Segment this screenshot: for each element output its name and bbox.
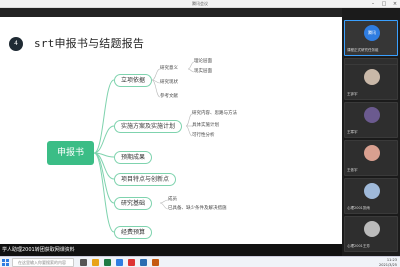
participant-name: 王寒宇 — [347, 130, 358, 134]
avatar — [364, 183, 380, 199]
leaf-text: 理论层面 — [194, 59, 212, 64]
participant-tile[interactable]: 王依宇 — [344, 140, 398, 176]
leaf-text: 成员 — [168, 197, 177, 202]
avatar: 腾讯 — [364, 25, 380, 41]
participant-tile[interactable]: 心理2001张雨 — [344, 178, 398, 214]
slide-title: srt申报书与结题报告 — [34, 37, 145, 50]
clock-date: 2021/3/25 — [379, 262, 397, 267]
avatar — [364, 145, 380, 161]
participant-name: 课程正式研究任务组 — [347, 48, 379, 52]
branch-node: 预期成果 — [114, 151, 153, 164]
branch-node: 实施方案及实施计划 — [114, 120, 183, 133]
avatar — [364, 69, 380, 85]
close-icon[interactable]: × — [390, 0, 400, 8]
participant-name: 王依宇 — [347, 168, 358, 172]
task-view-icon[interactable] — [80, 259, 87, 266]
powerpoint-icon[interactable] — [152, 259, 159, 266]
branch-node: 项目特点与创新点 — [114, 173, 177, 186]
presentation-slide: 4 srt申报书与结题报告 申报书 立项依据 研究意义 理论层面 现实层面 研究… — [0, 17, 342, 248]
system-tray-clock[interactable]: 11:23 2021/3/25 — [379, 258, 397, 267]
shared-screen-area: 4 srt申报书与结题报告 申报书 立项依据 研究意义 理论层面 现实层面 研究… — [0, 8, 342, 256]
participant-panel: 腾讯 课程正式研究任务组 正在讲话 · 课程2001系统提醒 王钟宇 王寒宇 王… — [342, 8, 400, 256]
leaf-text: 研究意义 — [160, 66, 178, 71]
app-icon[interactable] — [128, 259, 135, 266]
word-icon[interactable] — [140, 259, 147, 266]
window-title: 腾讯会议 — [192, 1, 208, 6]
leaf-text: 现实层面 — [194, 69, 212, 74]
branch-node: 立项依据 — [114, 74, 153, 87]
avatar — [364, 221, 380, 237]
participant-name: 心理2001张雨 — [347, 206, 370, 210]
minimize-icon[interactable]: – — [368, 0, 378, 8]
file-explorer-icon[interactable] — [92, 259, 99, 266]
leaf-text: 研究内容、思路与方法 — [192, 111, 237, 116]
leaf-text: 参考文献 — [160, 94, 178, 99]
branch-node: 经费预算 — [114, 226, 153, 239]
avatar — [364, 107, 380, 123]
participant-name: 心理2001王芳 — [347, 244, 370, 248]
shared-screen-caption: 学人助理2001转团获取网课资料 — [0, 244, 342, 256]
windows-start-icon[interactable] — [2, 259, 9, 266]
leaf-text: 具体实施计划 — [192, 123, 219, 128]
branch-node: 研究基础 — [114, 197, 153, 210]
meeting-app-icon[interactable] — [116, 259, 123, 266]
window-titlebar: 腾讯会议 – □ × — [0, 0, 400, 8]
taskbar-search-input[interactable]: 在这里输入你要搜索的内容 — [12, 258, 74, 267]
participant-name: 王钟宇 — [347, 92, 358, 96]
mindmap-root-node: 申报书 — [47, 141, 94, 165]
leaf-text: 可行性分析 — [192, 133, 215, 138]
windows-taskbar: 在这里输入你要搜索的内容 11:23 2021/3/25 — [0, 256, 400, 267]
leaf-text: 已具备、缺少条件及解决措施 — [168, 206, 227, 211]
slide-number-badge: 4 — [9, 37, 23, 51]
participant-tile[interactable]: 心理2001王芳 — [344, 216, 398, 252]
participant-tile[interactable]: 腾讯 课程正式研究任务组 — [344, 20, 398, 56]
maximize-icon[interactable]: □ — [379, 0, 389, 8]
app-icon[interactable] — [104, 259, 111, 266]
participant-tile[interactable]: 王钟宇 — [344, 64, 398, 100]
leaf-text: 研究现状 — [160, 80, 178, 85]
participant-tile[interactable]: 王寒宇 — [344, 102, 398, 138]
